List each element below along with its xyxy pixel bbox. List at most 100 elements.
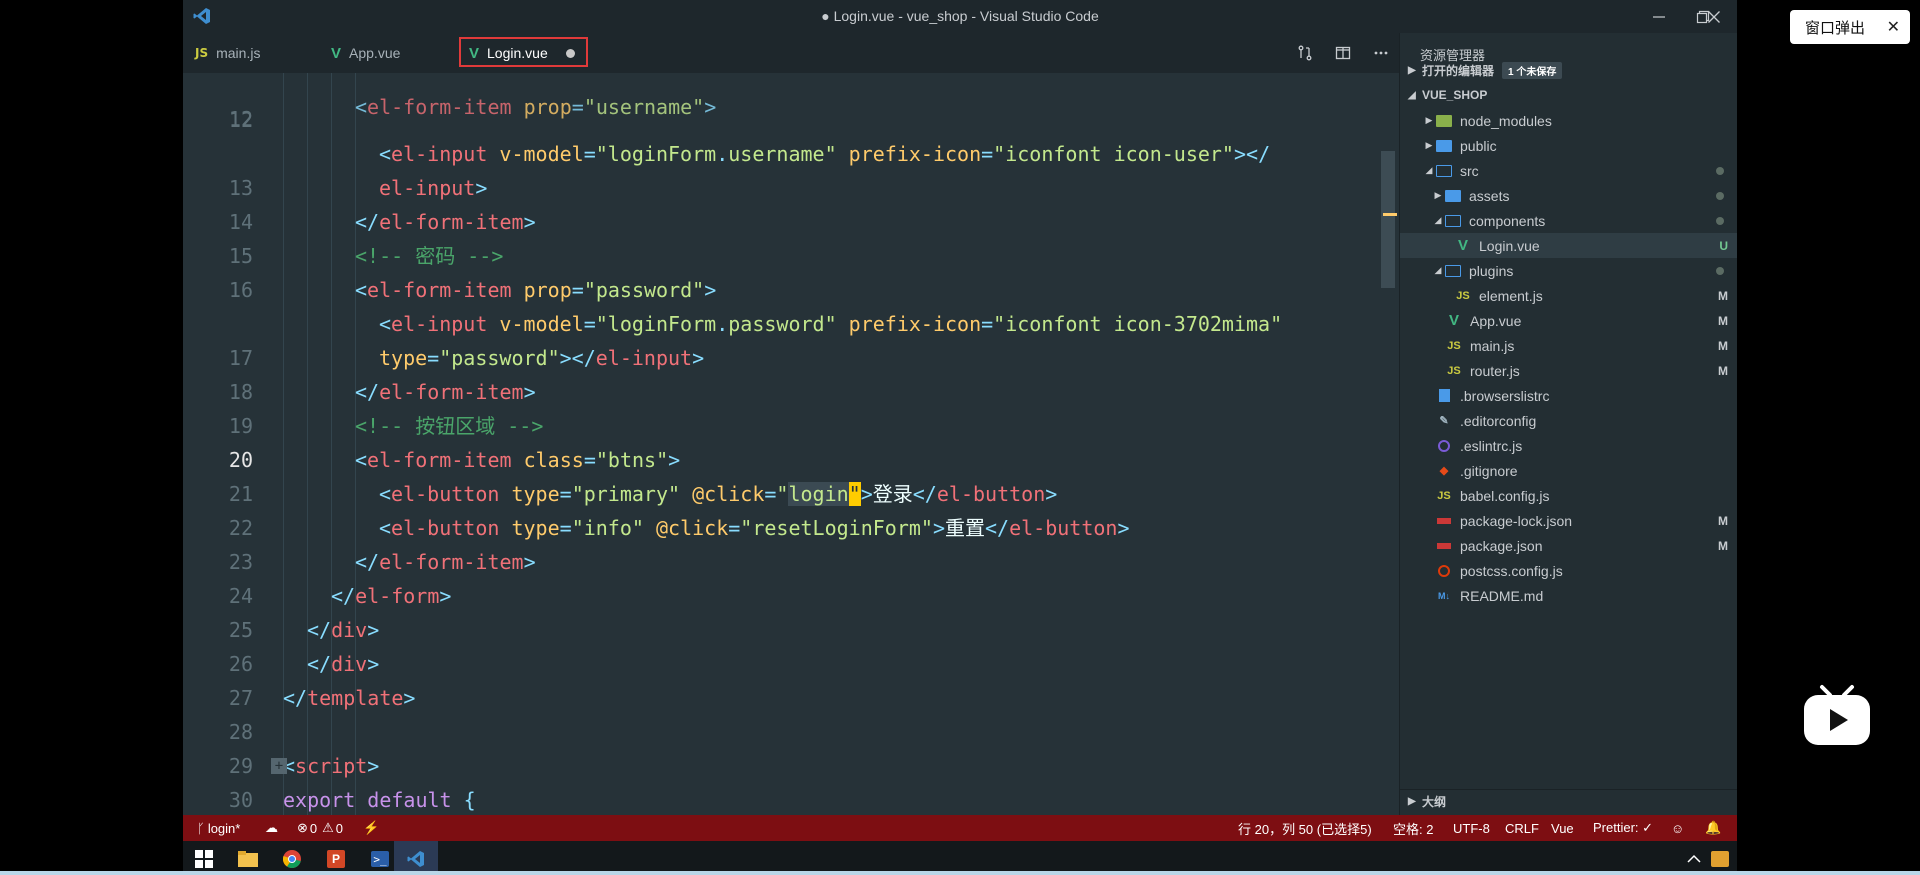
code-line-29: 29 export default {	[228, 754, 476, 812]
tree-item-assets[interactable]: ▶ assets	[1400, 183, 1737, 208]
modified-dot-icon	[1716, 266, 1724, 275]
prettier-item[interactable]: Prettier: ✓	[1593, 815, 1653, 841]
chevron-right-icon: ▶	[1408, 64, 1416, 76]
tree-item-readme[interactable]: M↓ README.md	[1400, 583, 1737, 608]
powershell-icon[interactable]: >_	[369, 848, 391, 870]
chevron-up-icon[interactable]	[1683, 848, 1705, 870]
sync-item[interactable]: ☁	[265, 815, 278, 841]
tree-item-router-js[interactable]: JS router.js M	[1400, 358, 1737, 383]
close-window-button[interactable]	[1688, 0, 1737, 33]
editor-scrollbar-thumb[interactable]	[1381, 151, 1395, 288]
tree-item-public[interactable]: ▶ public	[1400, 133, 1737, 158]
file-explorer-icon[interactable]	[237, 848, 259, 870]
code-line-20: 20 <el-button type="primary" @click="log…	[228, 448, 1058, 506]
notifications-bell-icon[interactable]: 🔔	[1705, 815, 1721, 841]
eol-item[interactable]: CRLF	[1505, 815, 1539, 841]
code-line-26: 26 </template>	[228, 652, 416, 710]
code-line-18: 18 <!-- 按钮区域 -->	[228, 380, 544, 438]
fold-expand-icon[interactable]: +	[271, 758, 287, 774]
code-line-16-wrap: type="password"></el-input>	[379, 346, 705, 370]
code-line-16: 16 <el-input v-model="loginForm.password…	[228, 278, 1283, 336]
outline-section[interactable]: ▶ 大纲	[1400, 789, 1737, 813]
tree-item-package-json[interactable]: package.json M	[1400, 533, 1737, 558]
modified-dot-icon	[1716, 166, 1724, 175]
tree-item-src[interactable]: ◢ src	[1400, 158, 1737, 183]
powerpoint-icon[interactable]: P	[325, 848, 347, 870]
tree-item-components[interactable]: ◢ components	[1400, 208, 1737, 233]
tree-item-gitignore[interactable]: ◆ .gitignore	[1400, 458, 1737, 483]
chevron-down-icon: ◢	[1434, 265, 1442, 275]
code-line-17: 17 </el-form-item>	[228, 346, 536, 404]
postcss-icon	[1436, 564, 1452, 578]
modified-status: M	[1718, 313, 1728, 328]
tree-item-element-js[interactable]: JS element.js M	[1400, 283, 1737, 308]
tree-item-babel-config[interactable]: JS babel.config.js	[1400, 483, 1737, 508]
lightning-item[interactable]: ⚡	[363, 815, 379, 841]
editorconfig-icon: ✎	[1439, 415, 1449, 427]
code-line-23: 23 </el-form>	[228, 550, 452, 608]
explorer-sidebar: 资源管理器 ▶ 打开的编辑器 1 个未保存 ◢ VUE_SHOP ▶ node_…	[1399, 33, 1737, 815]
feedback-smiley-icon[interactable]: ☺	[1671, 815, 1684, 841]
modified-status: M	[1718, 338, 1728, 353]
window-popout-button[interactable]: 窗口弹出 ✕	[1790, 10, 1910, 44]
tab-label: App.vue	[349, 45, 401, 61]
minimize-icon	[1653, 15, 1665, 18]
title-bar: ● Login.vue - vue_shop - Visual Studio C…	[183, 0, 1737, 33]
git-branch-icon: ᚴ	[197, 820, 205, 836]
vue-file-icon: V	[1457, 237, 1468, 254]
windows-start-icon[interactable]	[193, 848, 215, 870]
tree-item-login-vue[interactable]: V Login.vue U	[1400, 233, 1737, 258]
code-line-27: 27	[228, 686, 253, 710]
code-line-22: 22 </el-form-item>	[228, 516, 536, 574]
tree-item-plugins[interactable]: ◢ plugins	[1400, 258, 1737, 283]
code-line-14: 14 <!-- 密码 -->	[228, 210, 504, 268]
language-mode-item[interactable]: Vue	[1551, 815, 1574, 841]
video-player-icon[interactable]	[1802, 683, 1872, 749]
close-icon[interactable]: ✕	[1887, 17, 1900, 37]
problems-item[interactable]: ⊗ 0 ⚠ 0	[297, 815, 343, 841]
folder-open-icon	[1445, 264, 1461, 278]
more-actions-icon[interactable]	[1371, 43, 1391, 63]
file-icon	[1436, 389, 1452, 403]
encoding-item[interactable]: UTF-8	[1453, 815, 1490, 841]
cursor-position-item[interactable]: 行 20，列 50 (已选择5)	[1238, 815, 1372, 841]
code-line-25: 25 </div>	[228, 618, 380, 676]
modified-status: M	[1718, 513, 1728, 528]
window-title: ● Login.vue - vue_shop - Visual Studio C…	[821, 8, 1099, 24]
tree-item-editorconfig[interactable]: ✎ .editorconfig	[1400, 408, 1737, 433]
tree-item-postcss-config[interactable]: postcss.config.js	[1400, 558, 1737, 583]
vscode-window: ● Login.vue - vue_shop - Visual Studio C…	[183, 0, 1737, 875]
tab-app-vue[interactable]: V App.vue	[331, 33, 400, 73]
editor-tab-bar: JS main.js V App.vue V Login.vue	[183, 33, 1399, 73]
tray-app-icon[interactable]	[1709, 848, 1731, 870]
open-changes-icon[interactable]	[1295, 43, 1315, 63]
tab-main-js[interactable]: JS main.js	[195, 33, 260, 73]
code-line-24: 24 </div>	[228, 584, 380, 642]
untracked-status: U	[1719, 238, 1728, 253]
tab-label: main.js	[216, 45, 261, 61]
tree-item-main-js[interactable]: JS main.js M	[1400, 333, 1737, 358]
vscode-taskbar-icon[interactable]	[405, 848, 427, 870]
open-editors-section[interactable]: ▶ 打开的编辑器 1 个未保存	[1400, 58, 1737, 82]
lightning-icon: ⚡	[363, 820, 380, 835]
git-branch-item[interactable]: ᚴ login*	[197, 815, 240, 841]
tree-item-browserslistrc[interactable]: .browserslistrc	[1400, 383, 1737, 408]
js-file-icon: JS	[1456, 289, 1470, 302]
chrome-icon[interactable]	[281, 848, 303, 870]
modified-status: M	[1718, 363, 1728, 378]
tree-item-eslintrc[interactable]: .eslintrc.js	[1400, 433, 1737, 458]
project-section[interactable]: ◢ VUE_SHOP	[1400, 83, 1737, 107]
indentation-item[interactable]: 空格: 2	[1393, 815, 1433, 841]
cloud-upload-icon: ☁	[265, 820, 278, 835]
npm-icon	[1436, 514, 1452, 528]
tree-item-package-lock[interactable]: package-lock.json M	[1400, 508, 1737, 533]
tree-item-node-modules[interactable]: ▶ node_modules	[1400, 108, 1737, 133]
tree-item-app-vue[interactable]: V App.vue M	[1400, 308, 1737, 333]
folder-icon	[1445, 189, 1461, 203]
split-editor-icon[interactable]	[1333, 43, 1353, 63]
desktop-strip	[0, 871, 1920, 875]
active-tab-highlight	[459, 37, 588, 67]
folder-open-icon	[1445, 214, 1461, 228]
code-line-13: 13 </el-form-item>	[228, 176, 536, 234]
modified-status: M	[1718, 288, 1728, 303]
